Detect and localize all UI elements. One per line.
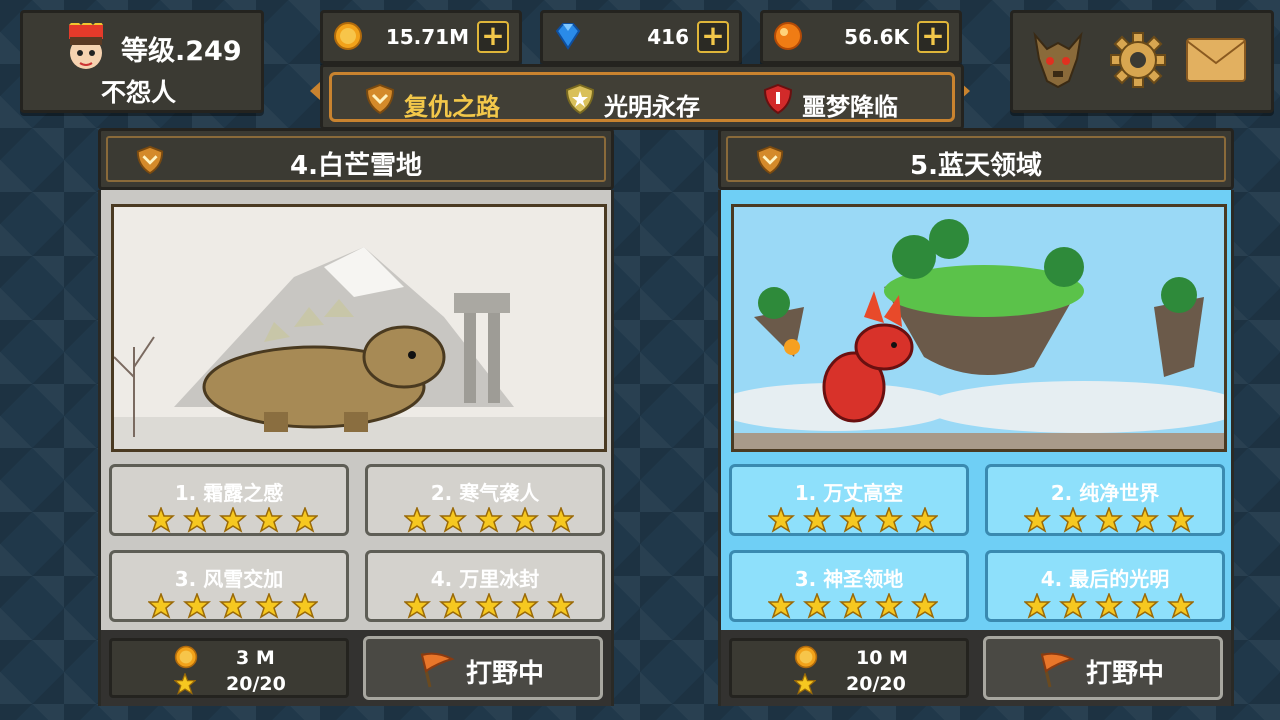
- gold-coin-icon: [794, 645, 818, 669]
- reward-gold: 10 M: [856, 647, 908, 669]
- level-name: 3. 风雪交加: [174, 567, 284, 591]
- level-button[interactable]: 4. 最后的光明: [985, 550, 1225, 622]
- orb-counter: 56.6K +: [760, 10, 962, 64]
- level-button[interactable]: 3. 风雪交加: [109, 550, 349, 622]
- level-name: 3. 神圣领地: [794, 567, 904, 591]
- tabs-prev-arrow[interactable]: [310, 82, 320, 100]
- campaign-tabs: 复仇之路 光明永存 噩梦降临: [320, 64, 964, 130]
- tab-label: 光明永存: [604, 93, 700, 121]
- diamond-icon: [555, 23, 581, 50]
- star-rating: [148, 593, 318, 619]
- gold-counter: 15.71M +: [320, 10, 522, 64]
- farming-button[interactable]: 打野中: [363, 636, 603, 700]
- star-rating: [1024, 507, 1194, 533]
- star-rating: [404, 507, 574, 533]
- snow-scene-image: [111, 204, 607, 452]
- dragon-sky-illustration: [734, 207, 1224, 449]
- reward-stars: 20/20: [846, 673, 906, 695]
- level-name: 2. 纯净世界: [1050, 481, 1160, 505]
- star-rating: [768, 593, 938, 619]
- level-name: 4. 最后的光明: [1040, 567, 1170, 591]
- orb-value: 56.6K: [844, 25, 909, 49]
- level-name: 1. 万丈高空: [794, 481, 904, 505]
- star-icon: [174, 673, 196, 695]
- map-title: 4.白芒雪地: [290, 151, 422, 181]
- mail-icon[interactable]: [1185, 37, 1247, 83]
- campaign-tabs-frame: 复仇之路 光明永存 噩梦降临: [329, 72, 955, 122]
- level-button[interactable]: 2. 寒气袭人: [365, 464, 605, 536]
- farming-button-label: 打野中: [1086, 659, 1165, 689]
- avatar: [69, 23, 103, 69]
- level-button[interactable]: 1. 万丈高空: [729, 464, 969, 536]
- fire-orb-icon: [774, 22, 802, 50]
- map-card-sky[interactable]: 5.蓝天领域 1. 万丈高空 2. 纯净世界 3. 神圣领地 4. 最后的光明 …: [718, 128, 1234, 706]
- player-panel[interactable]: 等级.249 不怨人: [20, 10, 264, 113]
- level-button[interactable]: 2. 纯净世界: [985, 464, 1225, 536]
- map-card-header: 5.蓝天领域: [718, 128, 1234, 190]
- tab-label: 噩梦降临: [802, 93, 898, 121]
- bronze-shield-icon: [365, 83, 395, 115]
- level-name: 1. 霜露之感: [174, 481, 284, 505]
- star-rating: [404, 593, 574, 619]
- level-name: 4. 万里冰封: [430, 567, 540, 591]
- level-button[interactable]: 3. 神圣领地: [729, 550, 969, 622]
- flag-icon: [420, 652, 455, 688]
- level-button[interactable]: 1. 霜露之感: [109, 464, 349, 536]
- reward-stars: 20/20: [226, 673, 286, 695]
- gear-icon[interactable]: [1109, 31, 1167, 89]
- flag-icon: [1040, 652, 1075, 688]
- reward-gold: 3 M: [236, 647, 275, 669]
- star-rating: [148, 507, 318, 533]
- map-footer: 3 M 20/20 打野中: [101, 630, 611, 706]
- red-shield-icon: [763, 83, 793, 115]
- tab-label: 复仇之路: [404, 93, 500, 121]
- gold-coin-icon: [174, 645, 198, 669]
- sky-scene-image: [731, 204, 1227, 452]
- triceratops-snow-illustration: [114, 207, 604, 449]
- map-title: 5.蓝天领域: [910, 151, 1042, 181]
- map-card-body: 1. 霜露之感 2. 寒气袭人 3. 风雪交加 4. 万里冰封 3 M 20/2…: [98, 190, 614, 706]
- dragon-boss-icon[interactable]: [1027, 29, 1089, 91]
- player-level: 等级.249: [121, 36, 242, 67]
- gem-value: 416: [647, 25, 689, 49]
- map-card-snow[interactable]: 4.白芒雪地 1. 霜露之感 2. 寒气袭人 3. 风雪交加 4. 万里冰封 3…: [98, 128, 614, 706]
- add-gold-button[interactable]: +: [477, 21, 509, 53]
- silver-shield-icon: [565, 83, 595, 115]
- player-name: 不怨人: [101, 78, 177, 107]
- farming-button[interactable]: 打野中: [983, 636, 1223, 700]
- add-orbs-button[interactable]: +: [917, 21, 949, 53]
- star-rating: [1024, 593, 1194, 619]
- level-name: 2. 寒气袭人: [430, 481, 540, 505]
- map-reward: 10 M 20/20: [729, 638, 969, 698]
- add-gems-button[interactable]: +: [697, 21, 729, 53]
- map-footer: 10 M 20/20 打野中: [721, 630, 1231, 706]
- level-button[interactable]: 4. 万里冰封: [365, 550, 605, 622]
- star-icon: [794, 673, 816, 695]
- gold-value: 15.71M: [385, 25, 469, 49]
- star-rating: [768, 507, 938, 533]
- map-card-header: 4.白芒雪地: [98, 128, 614, 190]
- map-reward: 3 M 20/20: [109, 638, 349, 698]
- gold-coin-icon: [334, 22, 362, 50]
- top-right-menu: [1010, 10, 1274, 113]
- map-card-body: 1. 万丈高空 2. 纯净世界 3. 神圣领地 4. 最后的光明 10 M 20…: [718, 190, 1234, 706]
- gem-counter: 416 +: [540, 10, 742, 64]
- farming-button-label: 打野中: [466, 659, 545, 689]
